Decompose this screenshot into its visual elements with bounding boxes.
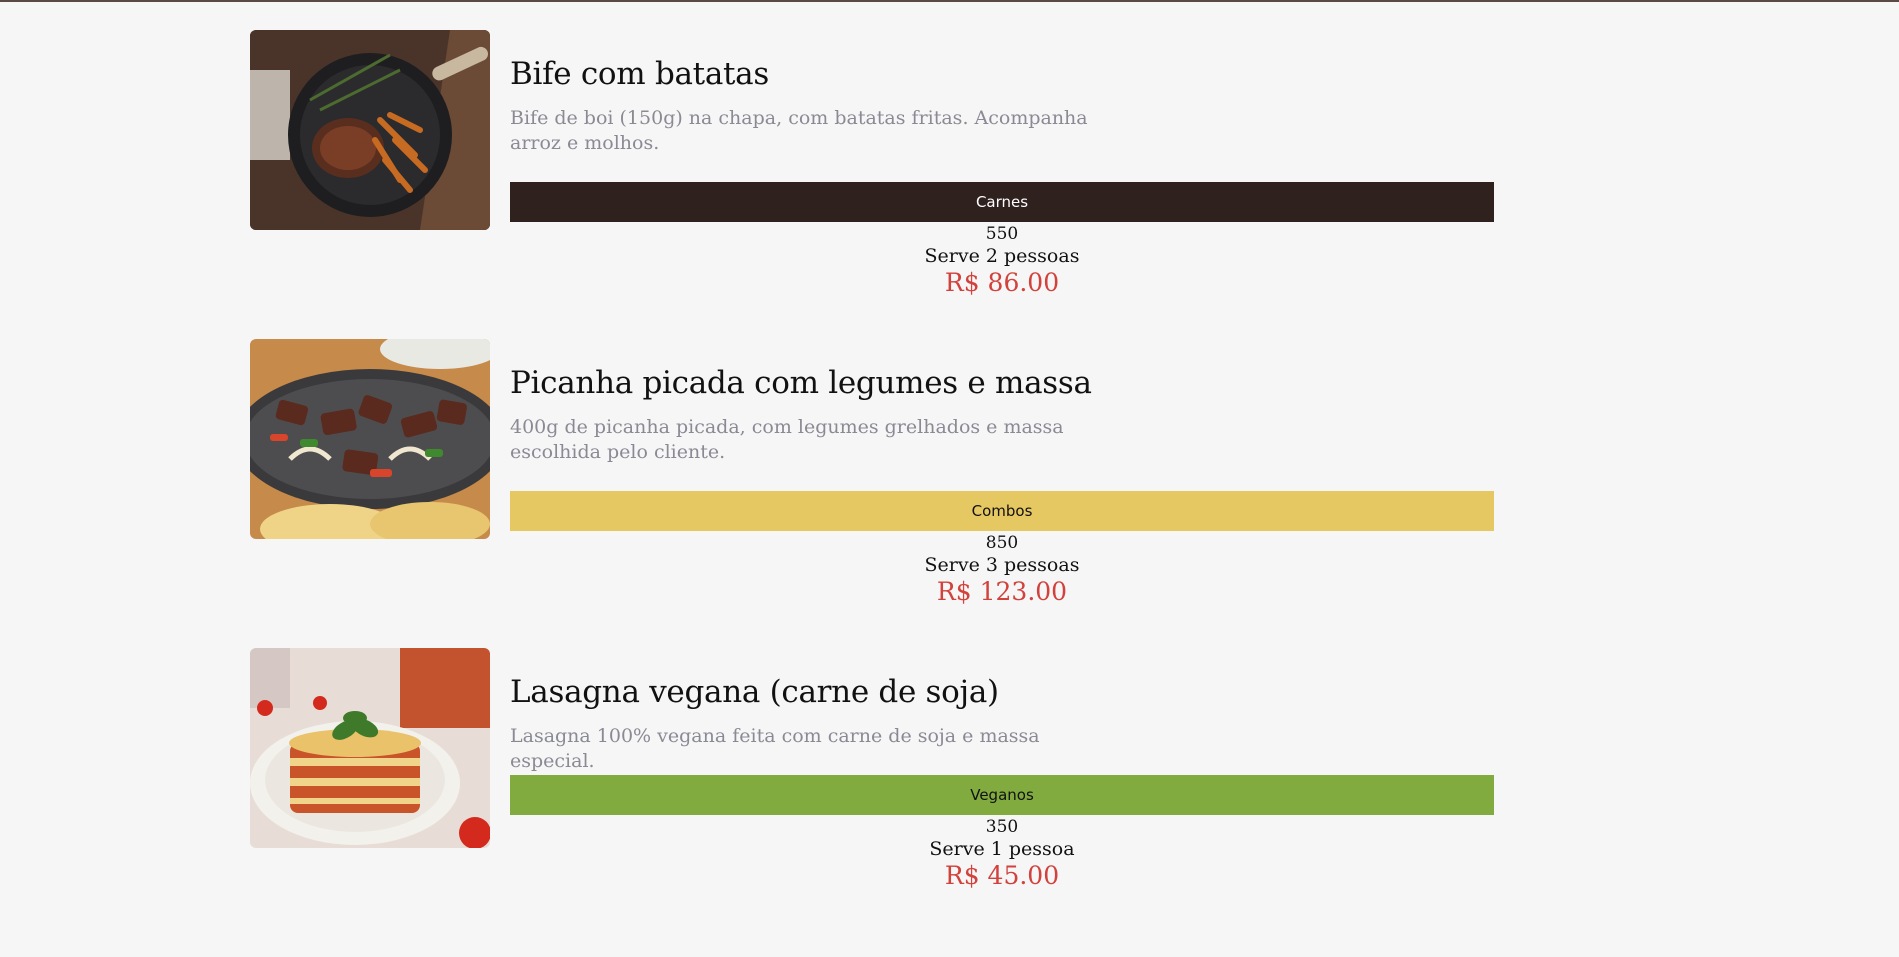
dish-stats: 850 Serve 3 pessoas R$ 123.00	[510, 533, 1494, 607]
fajita-image	[250, 339, 490, 539]
dish-title: Picanha picada com legumes e massa	[510, 365, 1092, 401]
dish-details: Picanha picada com legumes e massa 400g …	[510, 339, 1494, 606]
dish-stats: 550 Serve 2 pessoas R$ 86.00	[510, 224, 1494, 298]
dish-price: R$ 123.00	[936, 577, 1068, 606]
dish-weight: 550	[985, 224, 1019, 244]
dish-price: R$ 86.00	[944, 268, 1060, 297]
category-button-combos[interactable]: Combos	[510, 491, 1494, 531]
dish-stats: 350 Serve 1 pessoa R$ 45.00	[510, 817, 1494, 891]
menu-list: Bife com batatas Bife de boi (150g) na c…	[250, 30, 1494, 957]
dish-card: Lasagna vegana (carne de soja) Lasagna 1…	[250, 648, 1494, 957]
dish-serves: Serve 2 pessoas	[924, 245, 1080, 267]
category-button-veganos[interactable]: Veganos	[510, 775, 1494, 815]
dish-title: Bife com batatas	[510, 56, 769, 92]
dish-serves: Serve 3 pessoas	[924, 554, 1080, 576]
category-button-carnes[interactable]: Carnes	[510, 182, 1494, 222]
dish-title: Lasagna vegana (carne de soja)	[510, 674, 999, 710]
dish-description: 400g de picanha picada, com legumes grel…	[510, 416, 1064, 463]
dish-description: Bife de boi (150g) na chapa, com batatas…	[510, 107, 1088, 154]
steak-photo[interactable]	[250, 30, 490, 230]
dish-details: Bife com batatas Bife de boi (150g) na c…	[510, 30, 1494, 297]
dish-card: Picanha picada com legumes e massa 400g …	[250, 339, 1494, 648]
steak-image	[250, 30, 490, 230]
fajita-photo[interactable]	[250, 339, 490, 539]
dish-price: R$ 45.00	[944, 861, 1060, 890]
dish-weight: 350	[985, 817, 1019, 837]
dish-description: Lasagna 100% vegana feita com carne de s…	[510, 725, 1040, 772]
lasagna-image	[250, 648, 490, 848]
lasagna-photo[interactable]	[250, 648, 490, 848]
top-divider	[0, 0, 1899, 2]
dish-serves: Serve 1 pessoa	[929, 838, 1075, 860]
dish-card: Bife com batatas Bife de boi (150g) na c…	[250, 30, 1494, 339]
dish-weight: 850	[985, 533, 1019, 553]
dish-details: Lasagna vegana (carne de soja) Lasagna 1…	[510, 648, 1494, 890]
